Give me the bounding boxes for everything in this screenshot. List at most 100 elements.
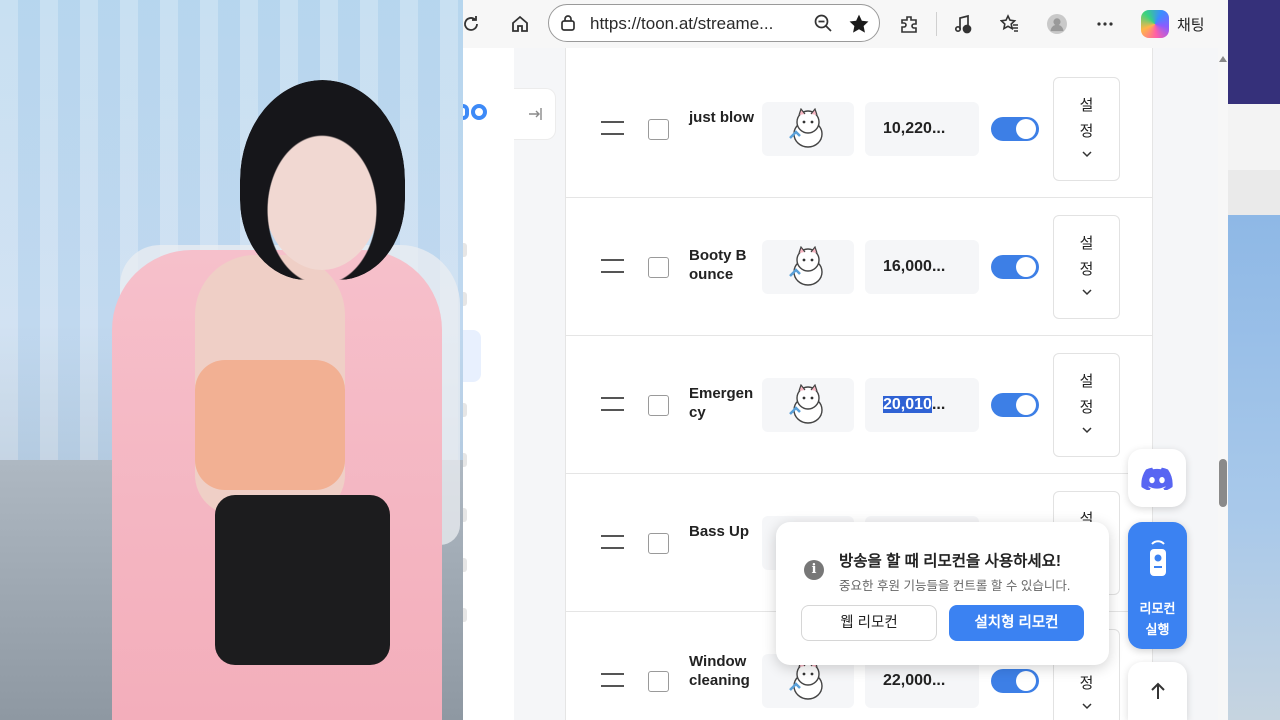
- nav-item-active[interactable]: [463, 330, 481, 382]
- extensions-icon[interactable]: [895, 10, 923, 38]
- toggle-knob: [1016, 395, 1036, 415]
- settings-label: 정: [1079, 399, 1094, 416]
- popup-description: 중요한 후원 기능들을 컨트롤 할 수 있습니다.: [839, 579, 1071, 593]
- amount-text: 16,000...: [883, 258, 946, 275]
- item-checkbox[interactable]: [648, 119, 669, 140]
- settings-label: 설: [1079, 235, 1094, 252]
- copilot-label: 채팅: [1177, 16, 1205, 34]
- settings-label: 설: [1079, 97, 1094, 114]
- refresh-icon[interactable]: [463, 10, 485, 38]
- remote-control-popup: i 방송을 할 때 리모컨을 사용하세요! 중요한 후원 기능들을 컨트롤 할 …: [776, 522, 1109, 665]
- item-checkbox[interactable]: [648, 257, 669, 278]
- settings-dropdown[interactable]: 설 정: [1053, 215, 1120, 319]
- list-item: Booty Bounce 16,000... 설 정: [566, 198, 1152, 336]
- browser-window: https://toon.at/streame... 채팅 just blow …: [463, 0, 1228, 720]
- nav-item-1[interactable]: [463, 243, 467, 257]
- item-name: just blow: [689, 109, 754, 126]
- star-icon[interactable]: [848, 13, 870, 40]
- nav-item-4[interactable]: [463, 453, 467, 467]
- content-gutter: [514, 48, 565, 720]
- list-item: just blow 10,220... 설 정: [566, 60, 1152, 198]
- item-amount[interactable]: 20,010...: [865, 378, 979, 432]
- drag-handle-icon[interactable]: [601, 673, 624, 687]
- person-hair: [240, 80, 405, 280]
- profile-icon[interactable]: [1043, 10, 1071, 38]
- discord-icon: [1141, 467, 1173, 490]
- run-remote-button[interactable]: 리모컨 실행: [1128, 522, 1187, 649]
- site-logo: [463, 104, 469, 120]
- toggle-knob: [1016, 671, 1036, 691]
- mascot-icon: [789, 108, 823, 148]
- item-thumbnail[interactable]: [762, 102, 854, 156]
- web-remote-button[interactable]: 웹 리모컨: [801, 605, 937, 641]
- chevron-down-icon: [1082, 289, 1092, 296]
- settings-dropdown[interactable]: 설 정: [1053, 353, 1120, 457]
- zoom-out-icon[interactable]: [813, 13, 833, 38]
- favorites-icon[interactable]: [996, 10, 1024, 38]
- item-name: Bass Up: [689, 523, 750, 540]
- enable-toggle[interactable]: [991, 669, 1039, 693]
- amount-selected-text: 20,010: [883, 396, 932, 413]
- background-window-content: [1228, 215, 1280, 720]
- scrollbar-thumb[interactable]: [1219, 459, 1227, 507]
- scroll-to-top-button[interactable]: [1128, 662, 1187, 720]
- background-window-header: [1228, 0, 1280, 104]
- settings-dropdown[interactable]: 설 정: [1053, 77, 1120, 181]
- enable-toggle[interactable]: [991, 255, 1039, 279]
- media-icon[interactable]: [949, 10, 977, 38]
- webcam-feed: [0, 0, 463, 720]
- toolbar-separator: [936, 12, 937, 36]
- copilot-chat-button[interactable]: 채팅: [1133, 6, 1221, 42]
- more-icon[interactable]: [1091, 10, 1119, 38]
- installed-remote-button[interactable]: 설치형 리모컨: [949, 605, 1084, 641]
- nav-item-7[interactable]: [463, 608, 467, 622]
- chevron-down-icon: [1082, 703, 1092, 710]
- item-checkbox[interactable]: [648, 395, 669, 416]
- item-amount[interactable]: 10,220...: [865, 102, 979, 156]
- page-scrollbar[interactable]: [1218, 48, 1228, 720]
- drag-handle-icon[interactable]: [601, 535, 624, 549]
- person-top: [195, 360, 345, 490]
- nav-item-5[interactable]: [463, 508, 467, 522]
- background-window: [1228, 0, 1280, 720]
- item-checkbox[interactable]: [648, 671, 669, 692]
- drag-handle-icon[interactable]: [601, 259, 624, 273]
- item-thumbnail[interactable]: [762, 378, 854, 432]
- collapse-sidebar-button[interactable]: [514, 88, 556, 140]
- drag-handle-icon[interactable]: [601, 397, 624, 411]
- item-thumbnail[interactable]: [762, 240, 854, 294]
- enable-toggle[interactable]: [991, 393, 1039, 417]
- remote-label-line2: 실행: [1145, 622, 1170, 637]
- collapse-icon: [528, 108, 542, 120]
- item-name: Window cleaning: [689, 653, 750, 689]
- settings-label: 정: [1079, 261, 1094, 278]
- amount-text: 22,000...: [883, 672, 946, 689]
- remote-icon: [1150, 540, 1166, 576]
- item-name: Emergency: [689, 385, 754, 421]
- mascot-icon: [789, 660, 823, 700]
- drag-handle-icon[interactable]: [601, 121, 624, 135]
- scroll-up-arrow-icon[interactable]: [1219, 56, 1227, 62]
- side-navigation: [463, 48, 514, 720]
- item-amount[interactable]: 16,000...: [865, 240, 979, 294]
- lock-icon[interactable]: [558, 13, 578, 38]
- nav-item-6[interactable]: [463, 558, 467, 572]
- item-checkbox[interactable]: [648, 533, 669, 554]
- copilot-icon: [1141, 10, 1169, 38]
- site-logo-ring: [471, 104, 487, 120]
- discord-button[interactable]: [1128, 449, 1186, 507]
- person-shorts: [215, 495, 390, 665]
- home-icon[interactable]: [506, 10, 534, 38]
- remote-label-line1: 리모컨: [1139, 601, 1176, 616]
- address-bar[interactable]: https://toon.at/streame...: [548, 4, 880, 42]
- page-viewport: just blow 10,220... 설 정 Booty Bounce 16,…: [463, 48, 1218, 720]
- item-name: Booty Bounce: [689, 247, 747, 283]
- nav-item-3[interactable]: [463, 403, 467, 417]
- enable-toggle[interactable]: [991, 117, 1039, 141]
- mascot-icon: [789, 246, 823, 286]
- url-text[interactable]: https://toon.at/streame...: [590, 14, 773, 34]
- toggle-knob: [1016, 119, 1036, 139]
- nav-item-2[interactable]: [463, 292, 467, 306]
- settings-label: 정: [1079, 675, 1094, 692]
- background-window-bar: [1228, 170, 1280, 215]
